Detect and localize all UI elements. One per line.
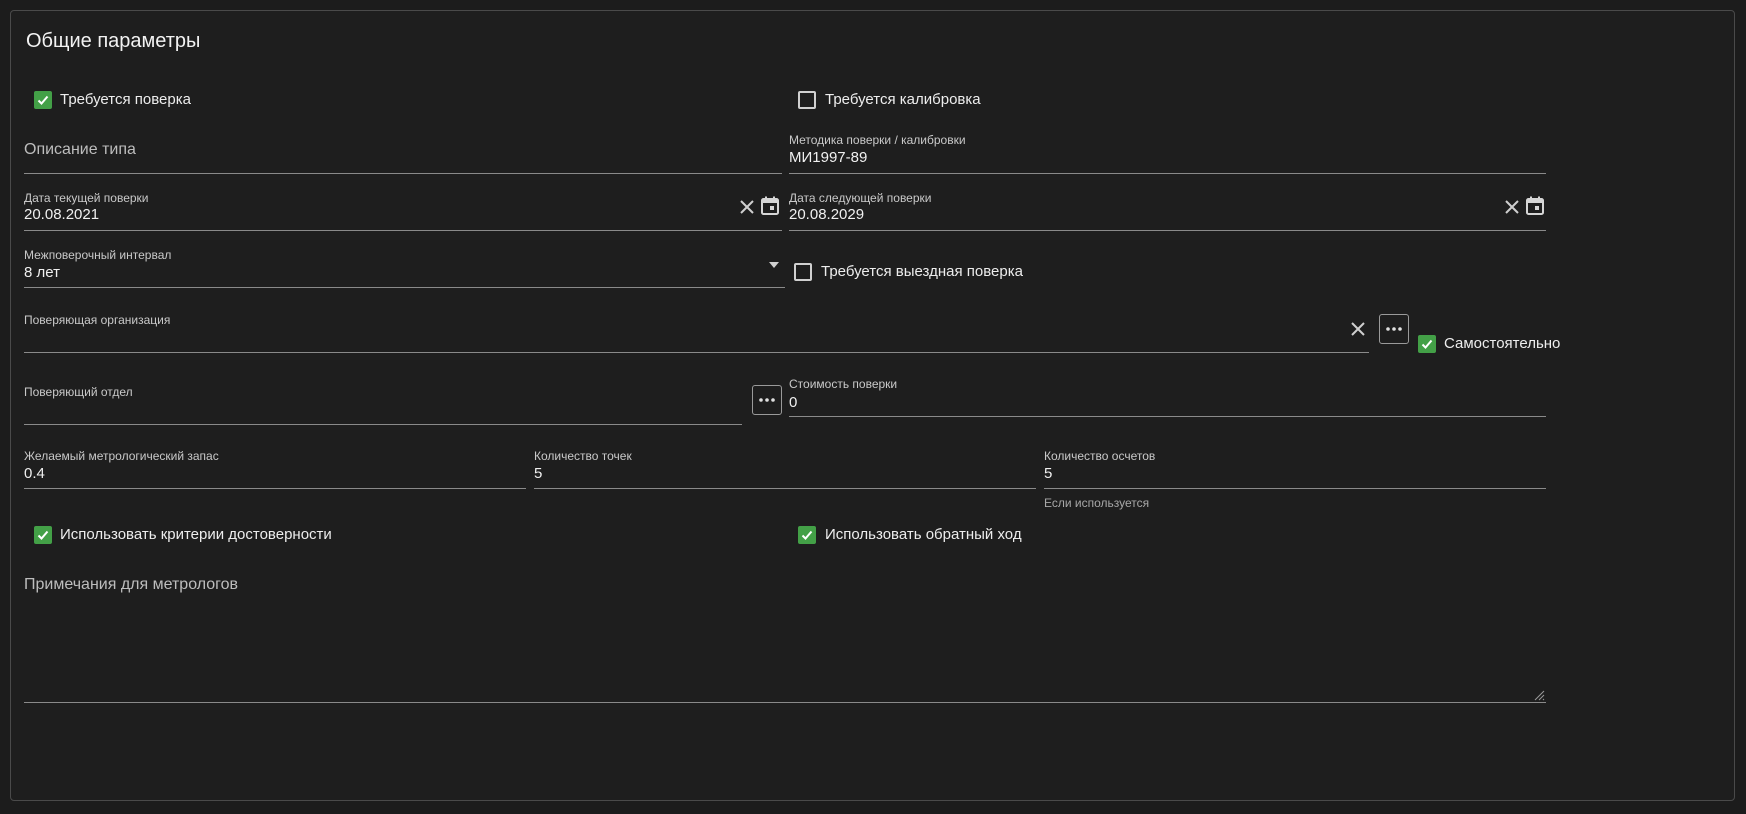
readings-input[interactable]: 5 [1044, 465, 1052, 482]
method-underline [789, 173, 1546, 174]
cost-input[interactable]: 0 [789, 394, 797, 411]
cost-label: Стоимость поверки [789, 377, 898, 391]
reserve-label: Желаемый метрологический запас [24, 449, 219, 463]
verification-required-checkbox[interactable] [34, 91, 52, 109]
cost-underline [789, 416, 1546, 417]
department-label: Поверяющий отдел [24, 385, 133, 399]
current-date-underline [24, 230, 782, 231]
current-date-label: Дата текущей поверки [24, 191, 149, 205]
check-icon [37, 95, 49, 105]
clear-current-date-icon[interactable] [737, 197, 759, 219]
method-label: Методика поверки / калибровки [789, 133, 966, 147]
department-underline [24, 424, 742, 425]
interval-select[interactable]: 8 лет [24, 264, 60, 281]
reverse-stroke-checkbox[interactable] [798, 526, 816, 544]
reserve-underline [24, 488, 526, 489]
organization-more-button[interactable] [1379, 314, 1409, 344]
interval-underline [24, 287, 785, 288]
next-date-label: Дата следующей поверки [789, 191, 932, 205]
calendar-current-date-icon[interactable] [760, 195, 782, 217]
dropdown-arrow-icon[interactable] [768, 261, 780, 269]
points-input[interactable]: 5 [534, 465, 542, 482]
next-date-input[interactable]: 20.08.2029 [789, 206, 864, 223]
organization-underline [24, 352, 1369, 353]
check-icon [37, 530, 49, 540]
self-checkbox[interactable] [1418, 335, 1436, 353]
readings-hint: Если используется [1044, 496, 1150, 510]
current-date-input[interactable]: 20.08.2021 [24, 206, 99, 223]
section-title: Общие параметры [26, 30, 201, 52]
notes-textarea[interactable]: Примечания для метрологов [24, 576, 238, 594]
field-verification-checkbox[interactable] [794, 263, 812, 281]
clear-next-date-icon[interactable] [1502, 197, 1524, 219]
method-input[interactable]: МИ1997-89 [789, 149, 867, 166]
reverse-stroke-label: Использовать обратный ход [825, 526, 1022, 543]
field-verification-label: Требуется выездная поверка [821, 263, 1023, 280]
points-label: Количество точек [534, 449, 632, 463]
readings-label: Количество осчетов [1044, 449, 1156, 463]
notes-underline [24, 702, 1546, 703]
more-dots-icon [759, 398, 775, 402]
more-dots-icon [1386, 327, 1402, 331]
next-date-underline [789, 230, 1546, 231]
reliability-criteria-label: Использовать критерии достоверности [60, 526, 332, 543]
general-parameters-panel [10, 10, 1735, 801]
readings-underline [1044, 488, 1546, 489]
clear-organization-icon[interactable] [1348, 319, 1370, 341]
type-description-field[interactable]: Описание типа [24, 141, 136, 159]
check-icon [1421, 339, 1433, 349]
interval-label: Межповерочный интервал [24, 248, 172, 262]
calendar-next-date-icon[interactable] [1525, 195, 1547, 217]
reliability-criteria-checkbox[interactable] [34, 526, 52, 544]
calibration-required-checkbox[interactable] [798, 91, 816, 109]
check-icon [801, 530, 813, 540]
department-more-button[interactable] [752, 385, 782, 415]
reserve-input[interactable]: 0.4 [24, 465, 45, 482]
calibration-required-label: Требуется калибровка [825, 91, 981, 108]
type-description-underline [24, 173, 782, 174]
organization-label: Поверяющая организация [24, 313, 171, 327]
resize-handle-icon[interactable] [1533, 689, 1545, 701]
points-underline [534, 488, 1036, 489]
self-label: Самостоятельно [1444, 335, 1561, 352]
verification-required-label: Требуется поверка [60, 91, 191, 108]
